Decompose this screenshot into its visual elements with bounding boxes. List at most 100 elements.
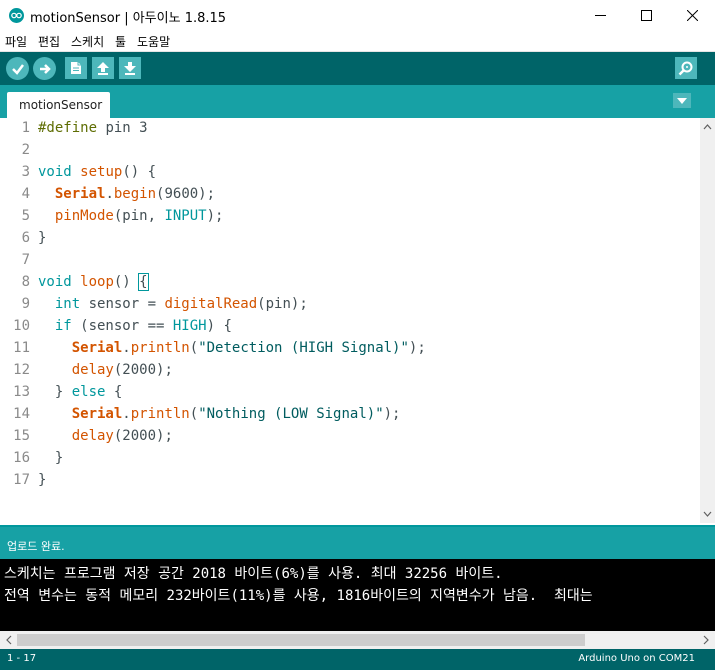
code-token: void bbox=[38, 164, 72, 180]
console-line: 스케치는 프로그램 저장 공간 2018 바이트(6%)를 사용. 최대 322… bbox=[4, 566, 503, 582]
line-number: 16 bbox=[13, 450, 30, 466]
code-line[interactable]: } bbox=[38, 472, 46, 488]
code-line[interactable]: int sensor = digitalRead(pin); bbox=[38, 296, 308, 312]
code-line[interactable]: } else { bbox=[38, 384, 122, 400]
title-bar: motionSensor | 아두이노 1.8.15 bbox=[0, 0, 715, 31]
new-file-icon bbox=[71, 62, 81, 74]
code-line[interactable]: void loop() { bbox=[38, 273, 149, 291]
scroll-left-icon[interactable] bbox=[2, 631, 16, 649]
scroll-thumb[interactable] bbox=[17, 634, 585, 646]
code-token: loop bbox=[80, 274, 114, 290]
console-line: 전역 변수는 동적 메모리 232바이트(11%)를 사용, 1816바이트의 … bbox=[4, 588, 593, 604]
scroll-up-icon[interactable] bbox=[700, 120, 715, 134]
code-line[interactable]: void setup() { bbox=[38, 164, 156, 180]
code-token: INPUT bbox=[164, 208, 207, 224]
code-line[interactable]: if (sensor == HIGH) { bbox=[38, 318, 232, 334]
code-line[interactable]: pinMode(pin, INPUT); bbox=[38, 208, 224, 224]
line-number: 10 bbox=[13, 318, 30, 334]
status-message: 업로드 완료. bbox=[7, 540, 65, 553]
line-number: 2 bbox=[21, 142, 30, 158]
serial-monitor-button[interactable] bbox=[675, 57, 697, 79]
menu-tools[interactable]: 툴 bbox=[115, 33, 126, 50]
window-title: motionSensor | 아두이노 1.8.15 bbox=[30, 11, 227, 26]
menu-file[interactable]: 파일 bbox=[5, 33, 27, 50]
code-token: . bbox=[122, 340, 131, 356]
code-line[interactable]: delay(2000); bbox=[38, 428, 173, 444]
code-token: void bbox=[38, 274, 72, 290]
scroll-right-icon[interactable] bbox=[699, 631, 713, 649]
code-token: pinMode bbox=[54, 208, 114, 224]
toolbar bbox=[0, 52, 715, 85]
line-number: 17 bbox=[13, 472, 30, 488]
code-token: } bbox=[38, 472, 47, 488]
code-token: () bbox=[113, 274, 140, 290]
tab-motionsensor[interactable]: motionSensor bbox=[7, 92, 110, 118]
menu-help[interactable]: 도움말 bbox=[137, 33, 170, 50]
line-number-gutter: 1 2 3 4 5 6 7 8 9 10 11 12 13 14 15 16 17 bbox=[0, 118, 34, 523]
code-token: println bbox=[130, 340, 190, 356]
code-line[interactable]: Serial.begin(9600); bbox=[38, 186, 215, 202]
code-token: () { bbox=[122, 164, 157, 180]
check-icon bbox=[11, 63, 24, 75]
line-number: 14 bbox=[13, 406, 30, 422]
code-token: (pin); bbox=[257, 296, 308, 312]
tab-menu-button[interactable] bbox=[673, 93, 691, 108]
line-number: 15 bbox=[13, 428, 30, 444]
code-token: . bbox=[122, 406, 131, 422]
code-token: ) { bbox=[206, 318, 232, 334]
code-token: "Detection (HIGH Signal)" bbox=[198, 340, 409, 356]
horizontal-scrollbar[interactable] bbox=[0, 631, 715, 649]
code-token: } bbox=[38, 384, 72, 400]
menu-edit[interactable]: 편집 bbox=[38, 33, 60, 50]
code-token: (2000); bbox=[113, 362, 173, 378]
menu-bar: 파일 편집 스케치 툴 도움말 bbox=[0, 31, 715, 52]
line-number: 11 bbox=[13, 340, 30, 356]
line-number: 13 bbox=[13, 384, 30, 400]
line-number: 12 bbox=[13, 362, 30, 378]
close-icon bbox=[686, 10, 698, 21]
vertical-scrollbar[interactable] bbox=[700, 118, 715, 523]
code-line[interactable]: Serial.println("Detection (HIGH Signal)"… bbox=[38, 340, 426, 356]
code-token: ( bbox=[189, 340, 199, 356]
chevron-down-icon bbox=[677, 97, 687, 104]
minimize-icon bbox=[594, 15, 606, 16]
code-token: pin 3 bbox=[97, 120, 148, 136]
code-token: begin bbox=[113, 186, 157, 202]
menu-sketch[interactable]: 스케치 bbox=[71, 33, 104, 50]
code-token: (sensor == bbox=[71, 318, 173, 334]
code-token: #define bbox=[38, 120, 98, 136]
code-line[interactable]: } bbox=[38, 230, 46, 246]
verify-button[interactable] bbox=[6, 57, 29, 80]
minimize-button[interactable] bbox=[577, 0, 623, 31]
save-button[interactable] bbox=[119, 57, 141, 79]
arrow-right-icon bbox=[39, 63, 51, 74]
code-line[interactable]: } bbox=[38, 450, 63, 466]
scroll-down-icon[interactable] bbox=[700, 507, 715, 521]
code-editor[interactable]: 1 2 3 4 5 6 7 8 9 10 11 12 13 14 15 16 17 #define pin 3v… bbox=[0, 118, 715, 523]
code-token: else bbox=[71, 384, 106, 400]
code-token: (9600); bbox=[156, 186, 216, 202]
code-token: HIGH bbox=[172, 318, 207, 334]
code-token: ( bbox=[189, 406, 199, 422]
close-button[interactable] bbox=[669, 0, 715, 31]
code-token: (2000); bbox=[113, 428, 173, 444]
code-line[interactable]: #define pin 3 bbox=[38, 120, 148, 136]
new-sketch-button[interactable] bbox=[65, 57, 87, 79]
tab-bar: motionSensor bbox=[0, 85, 715, 118]
maximize-button[interactable] bbox=[623, 0, 669, 31]
line-number: 9 bbox=[21, 296, 30, 312]
code-token: } bbox=[38, 450, 64, 466]
code-token: delay bbox=[71, 362, 114, 378]
code-token: (pin, bbox=[113, 208, 165, 224]
code-token: ); bbox=[408, 340, 426, 356]
upload-button[interactable] bbox=[33, 57, 56, 80]
open-button[interactable] bbox=[92, 57, 114, 79]
code-line[interactable]: delay(2000); bbox=[38, 362, 173, 378]
code-line[interactable]: Serial.println("Nothing (LOW Signal)"); bbox=[38, 406, 401, 422]
